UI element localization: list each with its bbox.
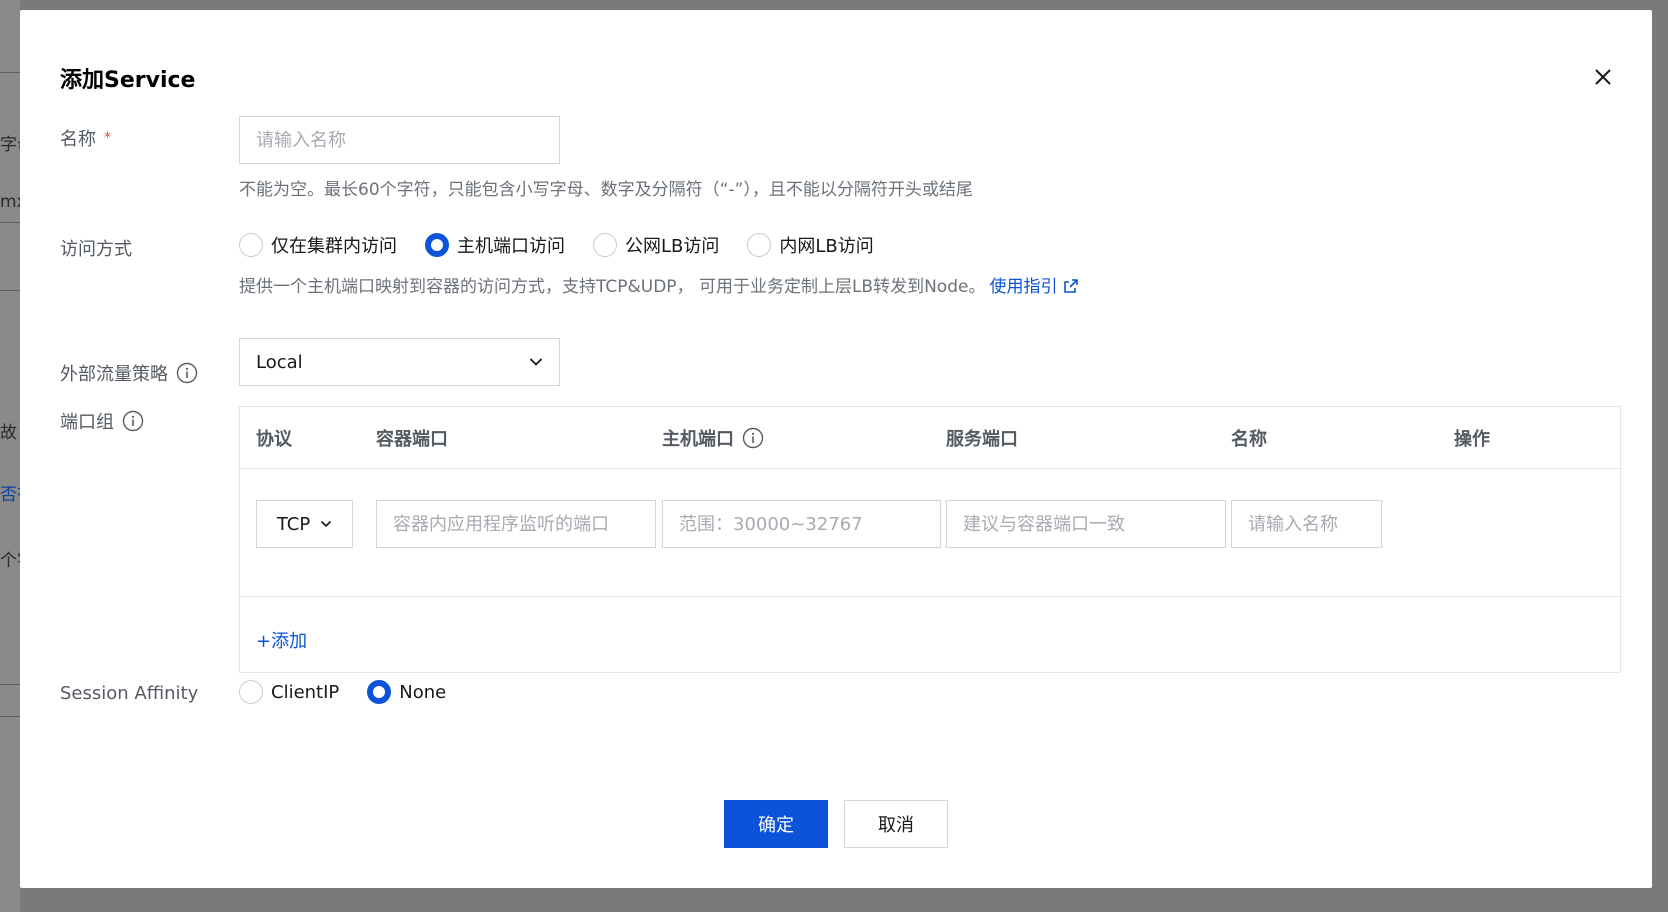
host-port-input[interactable] [662, 500, 941, 548]
port-name-input[interactable] [1231, 500, 1382, 548]
radio-circle-checked [425, 233, 449, 257]
background-divider [0, 684, 20, 685]
protocol-select[interactable]: TCP [256, 500, 353, 548]
info-icon[interactable] [122, 410, 144, 432]
radio-host-port[interactable]: 主机端口访问 [425, 232, 565, 258]
name-label-text: 名称 [60, 129, 96, 150]
access-help-text: 提供一个主机端口映射到容器的访问方式，支持TCP&UDP， 可用于业务定制上层L… [239, 272, 1079, 297]
radio-label: 公网LB访问 [625, 236, 720, 257]
external-link-icon [1064, 279, 1079, 293]
chevron-down-icon [529, 358, 543, 366]
radio-cluster-only[interactable]: 仅在集群内访问 [239, 232, 397, 258]
traffic-policy-value: Local [256, 351, 303, 373]
background-text: 否有 [0, 485, 20, 505]
radio-label: 主机端口访问 [457, 236, 565, 257]
background-text: 个字 [0, 551, 20, 571]
radio-circle [593, 233, 617, 257]
usage-guide-link-text: 使用指引 [989, 277, 1058, 297]
info-icon[interactable] [176, 362, 198, 384]
port-group-label: 端口组 [60, 408, 144, 434]
background-text: mx [0, 192, 20, 212]
usage-guide-link[interactable]: 使用指引 [989, 277, 1079, 297]
radio-label: ClientIP [271, 681, 340, 703]
traffic-policy-label: 外部流量策略 [60, 360, 198, 386]
access-label: 访问方式 [60, 235, 132, 261]
access-radio-group: 仅在集群内访问 主机端口访问 公网LB访问 内网LB访问 [239, 232, 902, 258]
port-group-table: 协议 容器端口 主机端口 服务端口 名称 操作 TCP 容器内应用程序监听的端口… [239, 406, 1621, 673]
table-row: TCP [240, 469, 1620, 597]
radio-label: 内网LB访问 [779, 236, 874, 257]
background-text: 字母 [0, 135, 20, 155]
name-input[interactable] [239, 116, 560, 164]
radio-label: None [399, 681, 447, 703]
confirm-button[interactable]: 确定 [724, 800, 828, 848]
service-port-input[interactable] [946, 500, 1226, 548]
session-affinity-label: Session Affinity [60, 683, 198, 704]
required-mark: * [104, 130, 111, 146]
traffic-policy-label-text: 外部流量策略 [60, 364, 168, 385]
session-affinity-radio-group: ClientIP None [239, 680, 474, 704]
header-protocol: 协议 [256, 429, 292, 450]
table-header: 协议 容器端口 主机端口 服务端口 名称 操作 [240, 407, 1620, 469]
chevron-down-icon [321, 520, 332, 528]
access-label-text: 访问方式 [60, 239, 132, 260]
radio-none[interactable]: None [367, 680, 446, 704]
protocol-value: TCP [276, 513, 311, 535]
container-port-input[interactable] [376, 500, 656, 548]
background-divider [0, 72, 20, 73]
header-action: 操作 [1454, 429, 1490, 450]
background-divider [0, 222, 20, 223]
info-icon[interactable] [742, 427, 764, 449]
background-divider [0, 290, 20, 291]
port-group-label-text: 端口组 [60, 412, 114, 433]
modal-title: 添加Service [60, 68, 196, 93]
close-button[interactable] [1590, 64, 1616, 90]
radio-public-lb[interactable]: 公网LB访问 [593, 232, 719, 258]
radio-circle [747, 233, 772, 257]
background-divider [0, 716, 20, 717]
add-service-modal: 添加Service 名称 * 不能为空。最长60个字符，只能包含小写字母、数字及… [20, 10, 1652, 888]
cancel-button[interactable]: 取消 [844, 800, 948, 848]
header-host-port: 主机端口 [662, 407, 764, 469]
radio-circle [239, 680, 263, 704]
name-help-text: 不能为空。最长60个字符，只能包含小写字母、数字及分隔符（“-”），且不能以分隔… [239, 180, 973, 200]
background-text: 故； [0, 423, 20, 443]
traffic-policy-select[interactable]: Local [239, 338, 560, 386]
radio-circle-checked [367, 680, 392, 704]
radio-label: 仅在集群内访问 [271, 236, 397, 257]
header-service-port: 服务端口 [946, 429, 1018, 450]
radio-internal-lb[interactable]: 内网LB访问 [747, 232, 874, 258]
header-container-port: 容器端口 [376, 429, 448, 450]
header-host-port-text: 主机端口 [662, 429, 734, 450]
session-affinity-label-text: Session Affinity [60, 683, 199, 704]
header-name: 名称 [1231, 429, 1267, 450]
name-label: 名称 * [60, 125, 111, 151]
close-icon [1595, 69, 1611, 85]
access-help-description: 提供一个主机端口映射到容器的访问方式，支持TCP&UDP， 可用于业务定制上层L… [239, 277, 986, 297]
radio-circle [239, 233, 263, 257]
radio-client-ip[interactable]: ClientIP [239, 680, 339, 704]
add-port-link[interactable]: +添加 [256, 627, 307, 653]
